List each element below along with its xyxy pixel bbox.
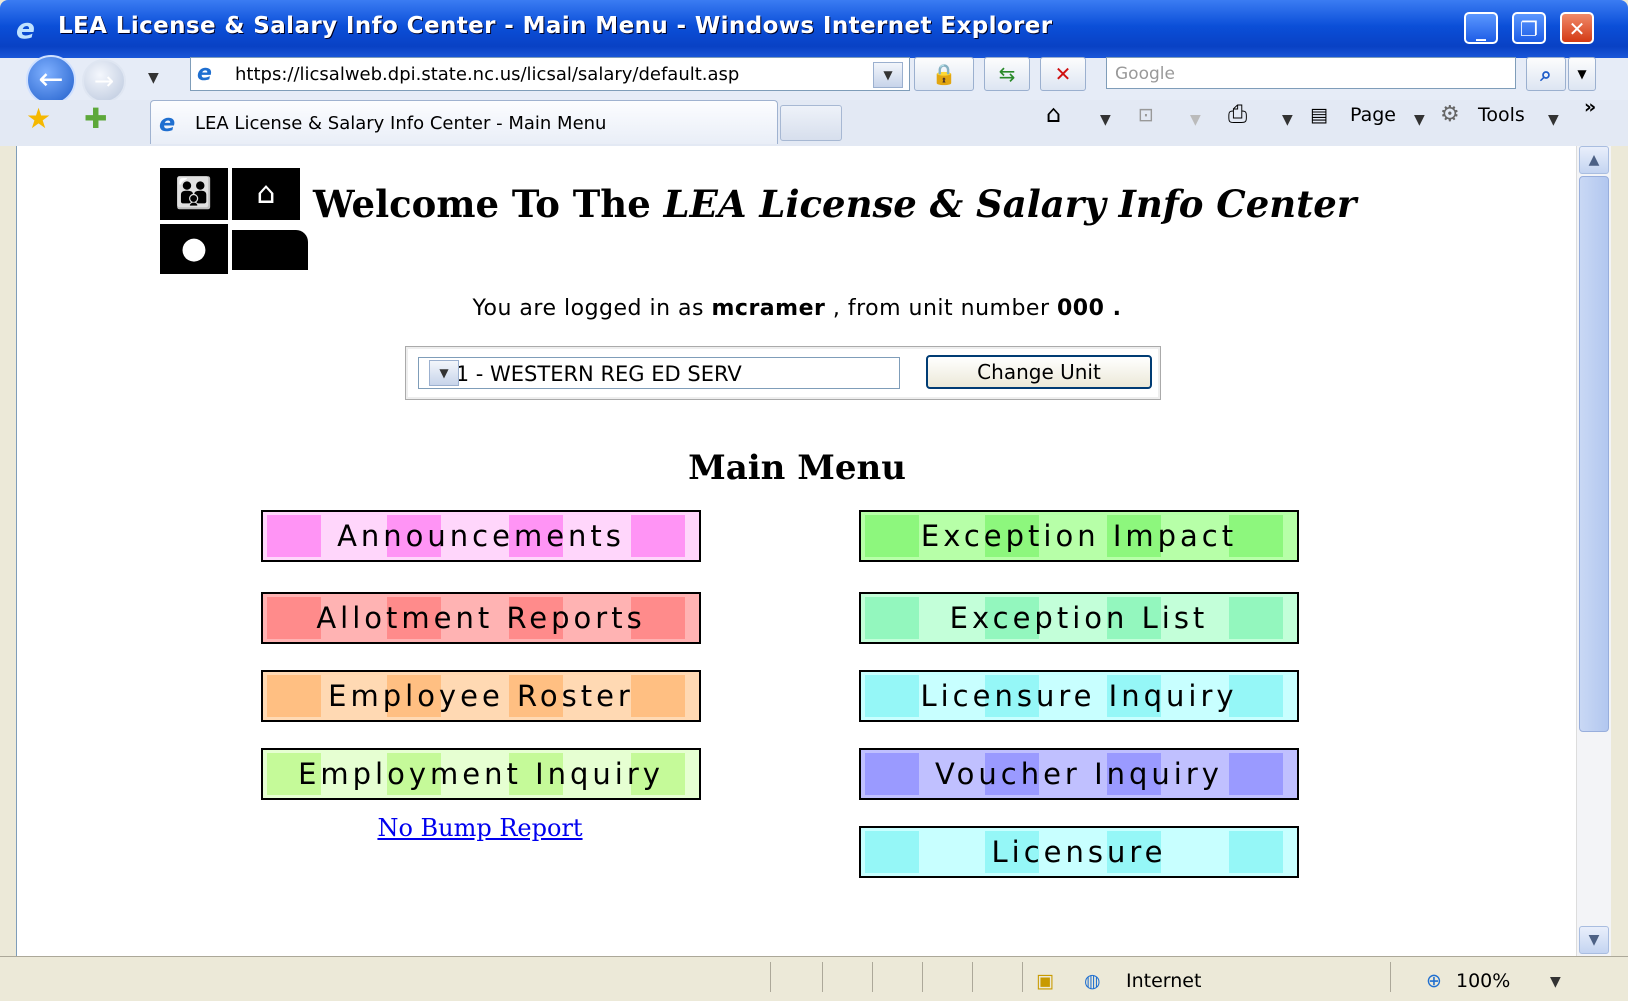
change-unit-button[interactable]: Change Unit (926, 355, 1152, 389)
tab-label: LEA License & Salary Info Center - Main … (195, 113, 607, 134)
stop-icon[interactable]: ✕ (1040, 57, 1086, 91)
close-button[interactable]: ✕ (1560, 12, 1594, 44)
menu-button-label: Allotment Reports (316, 601, 646, 635)
username: mcramer (711, 296, 826, 321)
menu-button-label: Licensure Inquiry (920, 679, 1238, 713)
feeds-dropdown-icon[interactable]: ▼ (1190, 112, 1201, 128)
menu-button-announcements[interactable]: Announcements (261, 510, 701, 562)
internet-globe-icon: ◍ (1084, 970, 1101, 992)
refresh-icon[interactable]: ⇆ (984, 57, 1030, 91)
back-button[interactable]: ← (26, 55, 76, 105)
print-dropdown-icon[interactable]: ▼ (1282, 112, 1293, 128)
chevron-more-icon[interactable]: » (1584, 96, 1596, 118)
scroll-thumb[interactable] (1579, 176, 1609, 732)
print-icon[interactable]: ⎙ (1228, 100, 1247, 128)
welcome-prefix: Welcome To The (313, 182, 664, 226)
tab-main-menu[interactable]: e LEA License & Salary Info Center - Mai… (150, 100, 778, 144)
protected-mode-icon[interactable]: ▣ (1036, 970, 1054, 992)
page-menu-icon[interactable]: ▤ (1310, 104, 1328, 126)
forward-button[interactable]: → (82, 59, 126, 103)
login-status: You are logged in as mcramer , from unit… (17, 296, 1577, 321)
apple-icon: ● (160, 224, 228, 274)
menu-button-allotment-reports[interactable]: Allotment Reports (261, 592, 701, 644)
status-divider (972, 962, 973, 992)
recent-pages-dropdown-icon[interactable]: ▼ (148, 70, 159, 86)
menu-button-label: Employment Inquiry (298, 757, 664, 791)
menu-button-label: Exception List (949, 601, 1209, 635)
login-middle: , from unit number (825, 296, 1057, 321)
unit-selector-form: 001 - WESTERN REG ED SERV ▼ Change Unit (405, 346, 1161, 400)
search-icon[interactable]: ⌕ (1526, 57, 1566, 91)
family-icon: 👪 (160, 168, 228, 220)
menu-button-voucher-inquiry[interactable]: Voucher Inquiry (859, 748, 1299, 800)
scroll-down-icon[interactable]: ▼ (1579, 926, 1609, 954)
title-bar: e LEA License & Salary Info Center - Mai… (0, 0, 1628, 58)
chevron-down-icon[interactable]: ▼ (429, 360, 459, 386)
zoom-icon: ⊕ (1426, 970, 1442, 992)
menu-button-employment-inquiry[interactable]: Employment Inquiry (261, 748, 701, 800)
maximize-button[interactable]: ❐ (1512, 12, 1546, 44)
unit-select-value: 001 - WESTERN REG ED SERV (429, 362, 742, 386)
main-menu-title: Main Menu (688, 448, 906, 488)
address-bar[interactable]: e https://licsalweb.dpi.state.nc.us/lics… (190, 57, 910, 91)
window-title: LEA License & Salary Info Center - Main … (58, 13, 1053, 39)
security-zone: Internet (1126, 970, 1202, 992)
welcome-heading: Welcome To The LEA License & Salary Info… (313, 182, 1356, 226)
security-lock-icon[interactable]: 🔒 (914, 57, 974, 91)
feeds-icon[interactable]: ⊡ (1138, 104, 1154, 126)
menu-button-employee-roster[interactable]: Employee Roster (261, 670, 701, 722)
gear-icon[interactable]: ⚙ (1440, 102, 1460, 127)
minimize-button[interactable]: _ (1464, 12, 1498, 44)
forward-arrow-icon: → (93, 67, 115, 95)
status-divider (822, 962, 823, 992)
tab-page-icon: e (159, 109, 176, 137)
page-content: 👪 ⌂ ● Welcome To The LEA License & Salar… (16, 146, 1577, 956)
menu-button-label: Announcements (337, 519, 625, 553)
welcome-site-name: LEA License & Salary Info Center (663, 182, 1357, 226)
scroll-up-icon[interactable]: ▲ (1579, 146, 1609, 174)
unit-number: 000 (1057, 296, 1105, 321)
status-divider (872, 962, 873, 992)
status-divider (1022, 962, 1023, 992)
search-options-icon[interactable]: ▼ (1568, 57, 1596, 91)
ie-logo-icon: e (16, 12, 35, 45)
page-icon: e (197, 61, 212, 86)
search-placeholder: Google (1115, 64, 1175, 84)
nc-dpi-logo: 👪 ⌂ ● (160, 168, 308, 274)
vertical-scrollbar[interactable]: ▲ ▼ (1576, 146, 1611, 956)
new-tab-button[interactable] (780, 105, 842, 141)
menu-button-exception-impact[interactable]: Exception Impact (859, 510, 1299, 562)
address-dropdown-icon[interactable]: ▼ (873, 62, 903, 88)
no-bump-report-link[interactable]: No Bump Report (17, 814, 943, 842)
browser-window: e LEA License & Salary Info Center - Mai… (0, 0, 1628, 1001)
menu-button-label: Employee Roster (328, 679, 634, 713)
page-menu-button[interactable]: Page (1350, 104, 1396, 126)
add-favorites-icon[interactable]: ✚ (84, 102, 107, 135)
zoom-dropdown-icon[interactable]: ▼ (1550, 974, 1561, 990)
back-arrow-icon: ← (38, 62, 64, 97)
zoom-level[interactable]: 100% (1456, 970, 1510, 992)
schoolhouse-icon: ⌂ (232, 168, 300, 220)
search-input[interactable]: Google (1106, 57, 1516, 89)
tools-dropdown-icon[interactable]: ▼ (1548, 112, 1559, 128)
north-carolina-icon (232, 230, 308, 270)
address-url[interactable]: https://licsalweb.dpi.state.nc.us/licsal… (235, 64, 739, 85)
favorites-star-icon[interactable]: ★ (26, 102, 51, 135)
status-divider (922, 962, 923, 992)
menu-button-label: Exception Impact (920, 519, 1238, 553)
status-divider (1390, 962, 1391, 992)
menu-button-exception-list[interactable]: Exception List (859, 592, 1299, 644)
menu-button-label: Voucher Inquiry (935, 757, 1223, 791)
status-divider (770, 962, 771, 992)
tools-menu-button[interactable]: Tools (1478, 104, 1525, 126)
unit-select[interactable]: 001 - WESTERN REG ED SERV ▼ (418, 357, 900, 389)
home-dropdown-icon[interactable]: ▼ (1100, 112, 1111, 128)
status-bar (0, 956, 1628, 1001)
page-dropdown-icon[interactable]: ▼ (1414, 112, 1425, 128)
home-icon[interactable]: ⌂ (1046, 100, 1061, 128)
menu-button-licensure-inquiry[interactable]: Licensure Inquiry (859, 670, 1299, 722)
login-prefix: You are logged in as (472, 296, 712, 321)
login-suffix: . (1104, 296, 1122, 321)
